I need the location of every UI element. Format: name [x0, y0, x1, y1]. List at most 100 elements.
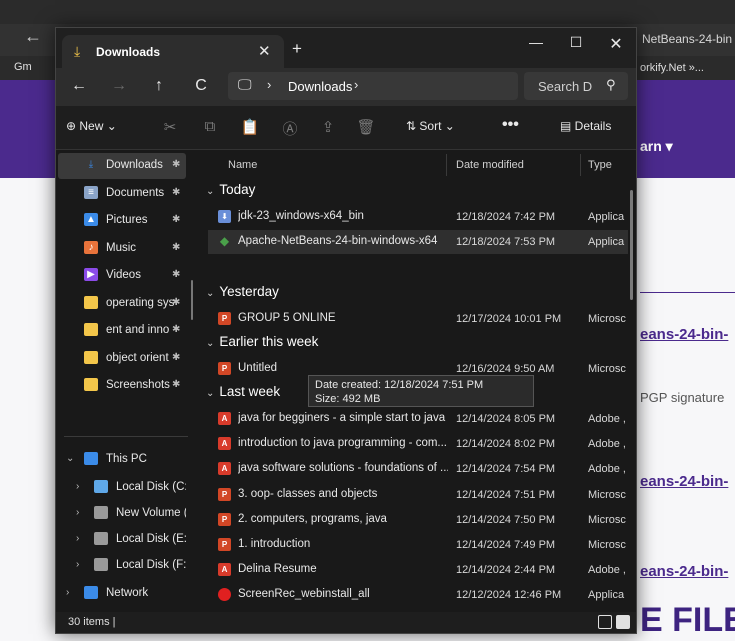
delete-icon[interactable]: 🗑 [356, 118, 376, 136]
file-row[interactable]: Aintroduction to java programming - com.… [208, 432, 628, 456]
pin-icon[interactable]: ✱ [172, 324, 180, 335]
maximize-button[interactable]: ☐ [562, 34, 590, 51]
chevron-right-icon[interactable]: › [66, 587, 69, 598]
file-row[interactable]: ⬇ jdk-23_windows-x64_bin 12/18/2024 7:42 P… [208, 205, 628, 229]
file-row[interactable]: P 3. oop- classes and objects 12/14/2024 7… [208, 483, 628, 507]
group-header[interactable]: ⌄ Last week [206, 384, 280, 399]
group-header[interactable]: ⌄ Today [206, 182, 255, 197]
webpage-download-link[interactable]: eans-24-bin- [640, 326, 728, 343]
refresh-button[interactable]: C [190, 77, 212, 95]
chevron-right-icon[interactable]: › [76, 533, 79, 544]
file-row[interactable]: ● ScreenRec_webinstall_all 12/12/2024 12:4… [208, 583, 628, 607]
pin-icon[interactable]: ✱ [172, 242, 180, 253]
sidebar-item[interactable]: operating sys ✱ [58, 291, 186, 317]
new-button[interactable]: ⊕ New ⌄ [66, 119, 117, 133]
search-icon[interactable]: ⚲ [606, 77, 616, 93]
search-input[interactable]: Search D ⚲ [524, 72, 628, 100]
chevron-right-icon[interactable]: › [76, 559, 79, 570]
pdf-icon: A [218, 563, 231, 576]
up-button[interactable]: ↑ [148, 77, 170, 95]
copy-icon[interactable]: ⧉ [200, 118, 220, 135]
file-row[interactable]: A Delina Resume 12/14/2024 2:44 PM Adobe , [208, 558, 628, 582]
tab-label: Downloads [96, 45, 161, 59]
pin-icon[interactable]: ✱ [172, 187, 180, 198]
rename-icon[interactable]: Ⓐ [280, 118, 300, 139]
sidebar-item[interactable]: ▲ Pictures ✱ [58, 208, 186, 234]
sort-button[interactable]: ⇅ Sort ⌄ [406, 119, 455, 133]
webpage-download-link[interactable]: eans-24-bin- [640, 563, 728, 580]
group-title: Earlier this week [219, 334, 319, 349]
tab-close-icon[interactable]: ✕ [258, 42, 271, 60]
column-divider[interactable] [446, 154, 447, 176]
cut-icon[interactable]: ✂ [160, 118, 180, 136]
more-options-button[interactable]: ••• [502, 116, 519, 134]
details-pane-button[interactable]: ▤ Details [560, 119, 611, 133]
minimize-button[interactable]: — [522, 34, 550, 50]
chevron-down-icon[interactable]: ⌄ [206, 338, 214, 349]
chevron-down-icon[interactable]: ⌄ [66, 453, 74, 464]
sidebar-tree-item[interactable]: › New Volume (I [58, 501, 186, 527]
sidebar-item[interactable]: Screenshots ✱ [58, 373, 186, 399]
forward-button[interactable]: → [108, 77, 130, 95]
file-date-modified: 12/16/2024 9:50 AM [456, 363, 555, 375]
bookmark-gmail[interactable]: Gm [14, 61, 32, 73]
chevron-right-icon[interactable]: › [76, 507, 79, 518]
pin-icon[interactable]: ✱ [172, 352, 180, 363]
navigation-bar: ← → ↑ C 🖵 › Downloads › Search D ⚲ [56, 68, 636, 106]
breadcrumb-downloads[interactable]: Downloads [288, 79, 352, 94]
sidebar-tree-item[interactable]: ⌄ This PC [58, 447, 186, 473]
column-header-date-modified[interactable]: Date modified [456, 159, 524, 171]
close-window-button[interactable]: ✕ [602, 34, 630, 54]
pin-icon[interactable]: ✱ [172, 159, 180, 170]
file-row[interactable]: P GROUP 5 ONLINE 12/17/2024 10:01 PM Micros… [208, 307, 628, 331]
column-divider[interactable] [580, 154, 581, 176]
pin-icon[interactable]: ✱ [172, 214, 180, 225]
sidebar-item[interactable]: object orient ✱ [58, 346, 186, 372]
column-header-name[interactable]: Name [228, 159, 257, 171]
explorer-tab-downloads[interactable]: ⤓ Downloads ✕ [62, 35, 284, 68]
file-row[interactable]: Ajava for begginers - a simple start to … [208, 407, 628, 431]
chevron-down-icon[interactable]: ⌄ [206, 388, 214, 399]
sidebar-scrollbar[interactable] [191, 280, 193, 320]
sidebar-tree-item[interactable]: › Local Disk (F:) [58, 553, 186, 579]
breadcrumb-chevron-icon[interactable]: › [267, 77, 271, 92]
chevron-right-icon[interactable]: › [76, 481, 79, 492]
group-header[interactable]: ⌄ Yesterday [206, 284, 279, 299]
address-bar[interactable]: 🖵 › Downloads › [228, 72, 518, 100]
chevron-down-icon[interactable]: ⌄ [206, 288, 214, 299]
browser-back-icon[interactable]: ← [24, 26, 42, 47]
file-row[interactable]: P 1. introduction 12/14/2024 7:49 PM Micros… [208, 533, 628, 557]
breadcrumb-chevron-icon[interactable]: › [354, 77, 358, 92]
sidebar-item[interactable]: ent and inno ✱ [58, 318, 186, 344]
details-view-icon[interactable] [598, 615, 612, 629]
pin-icon[interactable]: ✱ [172, 269, 180, 280]
pin-icon[interactable]: ✱ [172, 297, 180, 308]
sidebar-tree-label: This PC [106, 453, 147, 465]
webpage-download-link[interactable]: eans-24-bin- [640, 473, 728, 490]
sidebar-tree-item[interactable]: › Local Disk (E:) [58, 527, 186, 553]
file-list-scrollbar[interactable] [630, 190, 633, 300]
webpage-nav-learn[interactable]: arn ▾ [640, 138, 673, 155]
share-icon[interactable]: ⇪ [318, 118, 338, 136]
group-title: Yesterday [219, 284, 279, 299]
sidebar-item[interactable]: ≡ Documents ✱ [58, 181, 186, 207]
sidebar-item[interactable]: ♪ Music ✱ [58, 236, 186, 262]
new-tab-button[interactable]: + [292, 39, 302, 59]
paste-icon[interactable]: 📋 [240, 118, 260, 136]
browser-tab-netbeans[interactable]: NetBeans-24-bin [642, 32, 732, 46]
sidebar-item[interactable]: ▶ Videos ✱ [58, 263, 186, 289]
tiles-view-icon[interactable] [616, 615, 630, 629]
sidebar-tree-item[interactable]: › Local Disk (C:) [58, 475, 186, 501]
pin-icon[interactable]: ✱ [172, 379, 180, 390]
sidebar-item[interactable]: ⤓ Downloads ✱ [58, 153, 186, 179]
file-row[interactable]: P 2. computers, programs, java 12/14/2024 … [208, 508, 628, 532]
back-button[interactable]: ← [68, 77, 90, 95]
bookmark-orkify[interactable]: orkify.Net »... [640, 62, 704, 74]
file-row[interactable]: Ajava software solutions - foundations o… [208, 457, 628, 481]
file-row[interactable]: ◆ Apache-NetBeans-24-bin-windows-x64 12/18… [208, 230, 628, 254]
sidebar-tree-item[interactable]: › Network [58, 581, 186, 607]
chevron-down-icon[interactable]: ⌄ [206, 186, 214, 197]
drive-icon [94, 532, 108, 545]
group-header[interactable]: ⌄ Earlier this week [206, 334, 318, 349]
column-header-type[interactable]: Type [588, 159, 612, 171]
